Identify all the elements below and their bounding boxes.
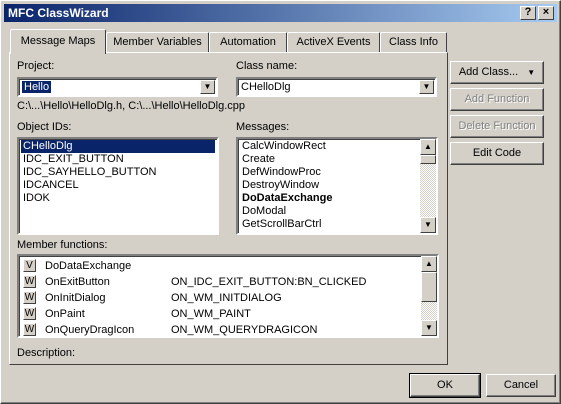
member-functions-list[interactable]: V DoDataExchange W OnExitButton ON_IDC_E…	[17, 254, 439, 338]
edit-code-button[interactable]: Edit Code	[450, 142, 544, 165]
list-item[interactable]: DestroyWindow	[240, 179, 321, 192]
file-path: C:\...\Hello\HelloDlg.h, C:\...\Hello\He…	[17, 100, 246, 112]
object-ids-list[interactable]: CHelloDlg IDC_EXIT_BUTTON IDC_SAYHELLO_B…	[17, 137, 219, 235]
project-combo[interactable]: Hello ▼	[17, 77, 218, 97]
title-bar[interactable]: MFC ClassWizard ? ×	[4, 4, 557, 22]
message-handler-icon: W	[23, 291, 36, 304]
project-label: Project:	[17, 60, 55, 72]
message-handler-icon: W	[23, 323, 36, 336]
member-functions-label: Member functions:	[17, 239, 108, 251]
delete-function-button[interactable]: Delete Function	[450, 115, 544, 138]
table-row[interactable]: V DoDataExchange	[21, 258, 425, 274]
function-name: OnQueryDragIcon	[45, 324, 135, 336]
scroll-thumb[interactable]	[420, 155, 436, 164]
list-item[interactable]: Create	[240, 153, 277, 166]
project-dropdown-icon[interactable]: ▼	[200, 80, 215, 94]
virtual-function-icon: V	[23, 259, 36, 272]
function-name: OnInitDialog	[45, 292, 106, 304]
list-item[interactable]: CHelloDlg	[21, 140, 215, 153]
function-handler: ON_IDC_EXIT_BUTTON:BN_CLICKED	[171, 276, 367, 288]
table-row[interactable]: W OnPaint ON_WM_PAINT	[21, 306, 425, 322]
list-item[interactable]: IDC_EXIT_BUTTON	[21, 153, 126, 166]
project-value: Hello	[22, 81, 52, 93]
scroll-down-icon[interactable]: ▼	[421, 320, 437, 336]
scroll-up-icon[interactable]: ▲	[421, 256, 437, 272]
description-label: Description:	[17, 347, 76, 359]
scroll-thumb[interactable]	[421, 272, 437, 302]
tab-class-info[interactable]: Class Info	[380, 32, 447, 52]
scroll-down-icon[interactable]: ▼	[420, 217, 436, 233]
list-item[interactable]: DoModal	[240, 205, 288, 218]
messages-scrollbar[interactable]: ▲ ▼	[420, 139, 436, 233]
scroll-up-icon[interactable]: ▲	[420, 139, 436, 155]
add-function-button[interactable]: Add Function	[450, 88, 544, 111]
function-handler: ON_WM_PAINT	[171, 308, 251, 320]
function-name: OnPaint	[45, 308, 85, 320]
class-name-value: CHelloDlg	[241, 81, 291, 93]
classwizard-dialog: MFC ClassWizard ? × Message Maps Member …	[0, 0, 561, 404]
close-button[interactable]: ×	[538, 6, 554, 20]
add-class-label: Add Class...	[458, 66, 519, 78]
object-ids-label: Object IDs:	[17, 121, 72, 133]
class-name-combo[interactable]: CHelloDlg ▼	[236, 77, 437, 97]
member-functions-scrollbar[interactable]: ▲ ▼	[421, 256, 437, 336]
add-class-button[interactable]: Add Class... ▼	[450, 61, 544, 84]
table-row[interactable]: W OnExitButton ON_IDC_EXIT_BUTTON:BN_CLI…	[21, 274, 425, 290]
table-row[interactable]: W OnInitDialog ON_WM_INITDIALOG	[21, 290, 425, 306]
function-handler: ON_WM_QUERYDRAGICON	[171, 324, 318, 336]
tab-member-variables[interactable]: Member Variables	[106, 32, 209, 52]
function-name: OnExitButton	[45, 276, 110, 288]
function-name: DoDataExchange	[45, 260, 132, 272]
list-item[interactable]: GetScrollBarCtrl	[240, 218, 323, 231]
help-button[interactable]: ?	[520, 6, 536, 20]
tab-automation[interactable]: Automation	[209, 32, 287, 52]
list-item[interactable]: DoDataExchange	[240, 192, 334, 205]
messages-label: Messages:	[236, 121, 290, 133]
class-name-label: Class name:	[236, 60, 298, 72]
table-row[interactable]: W OnQueryDragIcon ON_WM_QUERYDRAGICON	[21, 322, 425, 336]
window-title: MFC ClassWizard	[8, 6, 109, 20]
class-name-dropdown-icon[interactable]: ▼	[419, 80, 434, 94]
tab-activex-events[interactable]: ActiveX Events	[287, 32, 380, 52]
list-item[interactable]: IDOK	[21, 192, 52, 205]
chevron-down-icon: ▼	[527, 68, 536, 77]
list-item[interactable]: IDC_SAYHELLO_BUTTON	[21, 166, 158, 179]
list-item[interactable]: IDCANCEL	[21, 179, 81, 192]
ok-button[interactable]: OK	[409, 373, 481, 398]
messages-list[interactable]: CalcWindowRect Create DefWindowProc Dest…	[236, 137, 438, 235]
message-handler-icon: W	[23, 307, 36, 320]
function-handler: ON_WM_INITDIALOG	[171, 292, 282, 304]
list-item[interactable]: CalcWindowRect	[240, 140, 328, 153]
cancel-button[interactable]: Cancel	[486, 374, 556, 397]
list-item[interactable]: DefWindowProc	[240, 166, 323, 179]
tab-message-maps[interactable]: Message Maps	[10, 29, 106, 54]
message-handler-icon: W	[23, 275, 36, 288]
message-maps-panel: Project: Hello ▼ Class name: CHelloDlg ▼…	[9, 52, 448, 365]
